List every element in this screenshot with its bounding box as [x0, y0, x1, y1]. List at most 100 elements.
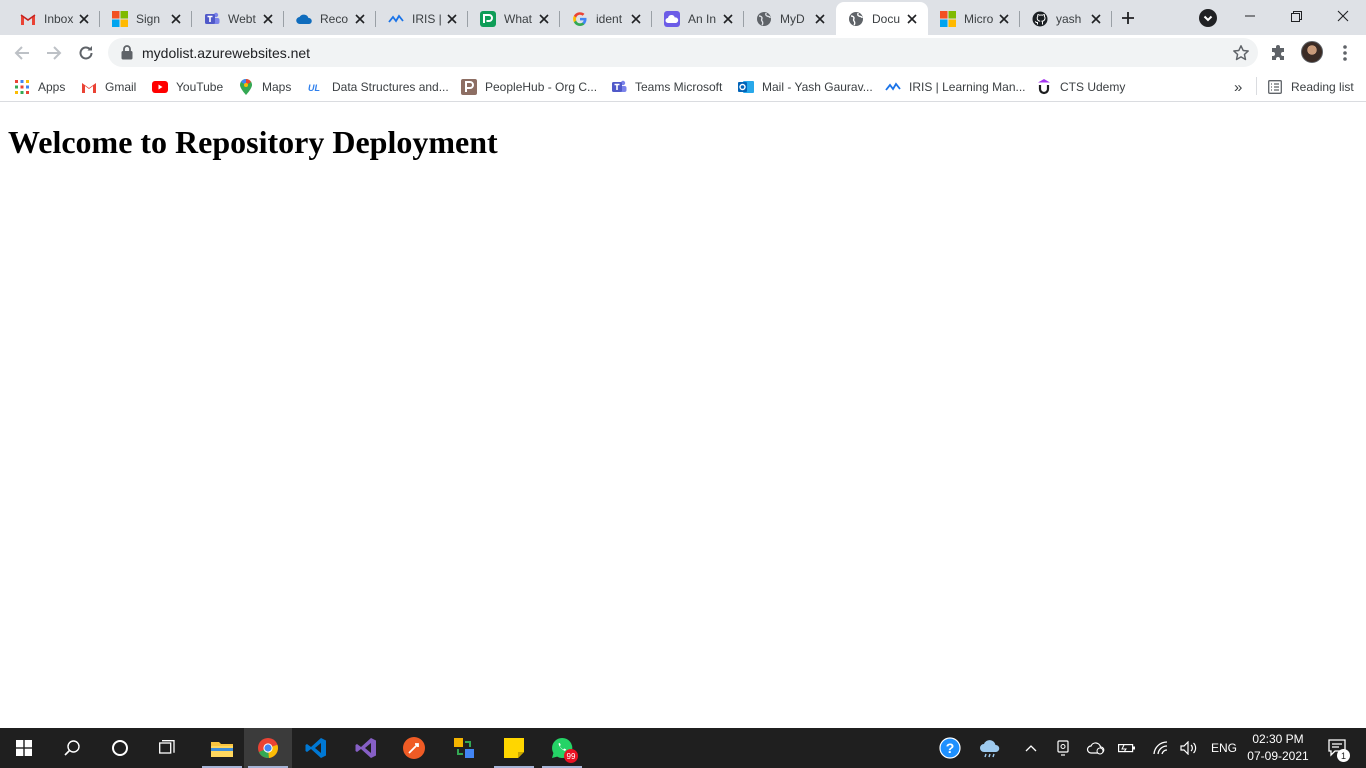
help-tray-icon[interactable]: ?	[934, 728, 966, 768]
chevron-double-right-icon: »	[1234, 78, 1243, 96]
close-window-button[interactable]	[1320, 0, 1366, 32]
chevron-up-icon[interactable]	[1020, 728, 1042, 768]
bookmark-data-structures[interactable]: UL Data Structures and...	[308, 75, 449, 99]
tab-micro[interactable]: Micro	[928, 2, 1020, 35]
close-icon[interactable]	[76, 11, 92, 27]
tab-title: Micro	[964, 11, 994, 26]
close-icon[interactable]	[352, 11, 368, 27]
url-text[interactable]: mydolist.azurewebsites.net	[142, 45, 310, 61]
close-icon[interactable]	[628, 11, 644, 27]
tab-docu-active[interactable]: Docu	[836, 2, 928, 35]
bookmark-label: Maps	[262, 80, 292, 94]
bookmark-cts-udemy[interactable]: CTS Udemy	[1036, 75, 1125, 99]
restore-button[interactable]	[1273, 0, 1319, 32]
chrome-menu-button[interactable]	[1335, 41, 1355, 65]
start-button[interactable]	[0, 728, 48, 768]
taskbar-sticky-notes[interactable]	[490, 728, 538, 768]
bookmark-iris[interactable]: IRIS | Learning Man...	[885, 75, 1026, 99]
reload-button[interactable]	[72, 39, 100, 67]
tab-reco[interactable]: Reco	[284, 2, 376, 35]
tab-list: Inbox Sign Webt Reco IRIS | What ident A…	[8, 2, 1112, 35]
tab-ident[interactable]: ident	[560, 2, 652, 35]
device-tray-icon[interactable]	[1052, 728, 1074, 768]
close-icon[interactable]	[1088, 11, 1104, 27]
bookmark-maps[interactable]: Maps	[238, 75, 291, 99]
tab-webt[interactable]: Webt	[192, 2, 284, 35]
taskbar-vscode[interactable]	[292, 728, 340, 768]
close-icon[interactable]	[720, 11, 736, 27]
battery-icon[interactable]	[1116, 728, 1138, 768]
minimize-button[interactable]	[1227, 0, 1273, 32]
address-bar[interactable]: mydolist.azurewebsites.net	[108, 38, 1258, 67]
tab-title: Docu	[872, 11, 901, 26]
peoplehub-icon	[461, 79, 477, 95]
udemy-icon	[1036, 79, 1052, 95]
cortana-ring-icon	[112, 740, 128, 756]
close-icon[interactable]	[536, 11, 552, 27]
back-button[interactable]	[8, 39, 36, 67]
teams-icon	[204, 11, 220, 27]
new-tab-button[interactable]	[1114, 5, 1142, 31]
wa-icon	[480, 10, 496, 27]
bookmark-gmail[interactable]: Gmail	[81, 75, 136, 99]
wifi-icon[interactable]	[1150, 728, 1172, 768]
tab-iris[interactable]: IRIS |	[376, 2, 468, 35]
tab-title: yash	[1056, 11, 1082, 26]
close-icon[interactable]	[904, 11, 920, 27]
diagram-tool-icon	[454, 738, 474, 758]
bookmarks-divider	[1256, 77, 1257, 95]
notification-count-badge: 1	[1337, 749, 1350, 762]
tab-title: Webt	[228, 11, 256, 26]
clock-time: 02:30 PM	[1252, 732, 1304, 746]
tab-gmail[interactable]: Inbox	[8, 2, 100, 35]
taskbar-postman[interactable]	[390, 728, 438, 768]
outlook-icon	[738, 79, 754, 95]
tab-myd[interactable]: MyD	[744, 2, 836, 35]
bookmark-apps[interactable]: Apps	[14, 75, 65, 99]
close-icon[interactable]	[996, 11, 1012, 27]
input-language[interactable]: ENG	[1208, 728, 1240, 768]
close-icon[interactable]	[168, 11, 184, 27]
tab-title: IRIS |	[412, 11, 442, 26]
tab-title: An In	[688, 11, 717, 26]
cloud-icon	[664, 10, 680, 27]
taskbar-clock[interactable]: 02:30 PM 07-09-2021	[1244, 731, 1312, 765]
bookmark-label: Apps	[38, 80, 66, 94]
lock-icon[interactable]	[120, 45, 134, 60]
bookmark-star-icon[interactable]	[1232, 44, 1250, 62]
close-icon[interactable]	[444, 11, 460, 27]
reading-list-button[interactable]: Reading list	[1267, 75, 1354, 99]
gmail-icon	[81, 79, 97, 95]
taskbar-search-button[interactable]	[48, 728, 96, 768]
tab-sign[interactable]: Sign	[100, 2, 192, 35]
close-icon[interactable]	[260, 11, 276, 27]
taskbar-visual-studio[interactable]	[342, 728, 390, 768]
volume-icon[interactable]	[1178, 728, 1200, 768]
bookmark-peoplehub[interactable]: PeopleHub - Org C...	[461, 75, 597, 99]
folder-icon	[211, 742, 233, 757]
visual-studio-icon	[355, 738, 376, 758]
extensions-puzzle-icon[interactable]	[1270, 43, 1290, 63]
taskbar-whatsapp[interactable]: 99	[538, 728, 586, 768]
tab-github[interactable]: yash	[1020, 2, 1112, 35]
bookmarks-overflow-button[interactable]: »	[1234, 75, 1242, 99]
action-center-button[interactable]: 1	[1318, 728, 1358, 768]
taskbar-app-tool[interactable]	[440, 728, 488, 768]
forward-button[interactable]	[40, 39, 68, 67]
taskbar-chrome[interactable]	[244, 728, 292, 768]
weather-cloud-icon[interactable]	[974, 728, 1006, 768]
taskbar-file-explorer[interactable]	[198, 728, 246, 768]
bookmark-teams[interactable]: Teams Microsoft	[611, 75, 722, 99]
onedrive-icon	[296, 11, 312, 27]
bookmark-mail[interactable]: Mail - Yash Gaurav...	[738, 75, 873, 99]
onedrive-sync-icon[interactable]	[1084, 728, 1108, 768]
tab-an-in[interactable]: An In	[652, 2, 744, 35]
tab-what[interactable]: What	[468, 2, 560, 35]
bookmark-youtube[interactable]: YouTube	[152, 75, 223, 99]
close-icon[interactable]	[812, 11, 828, 27]
postman-icon	[403, 737, 425, 759]
task-view-button[interactable]	[144, 728, 192, 768]
profile-avatar[interactable]	[1301, 41, 1323, 63]
tab-search-button[interactable]	[1196, 6, 1220, 30]
cortana-button[interactable]	[96, 728, 144, 768]
